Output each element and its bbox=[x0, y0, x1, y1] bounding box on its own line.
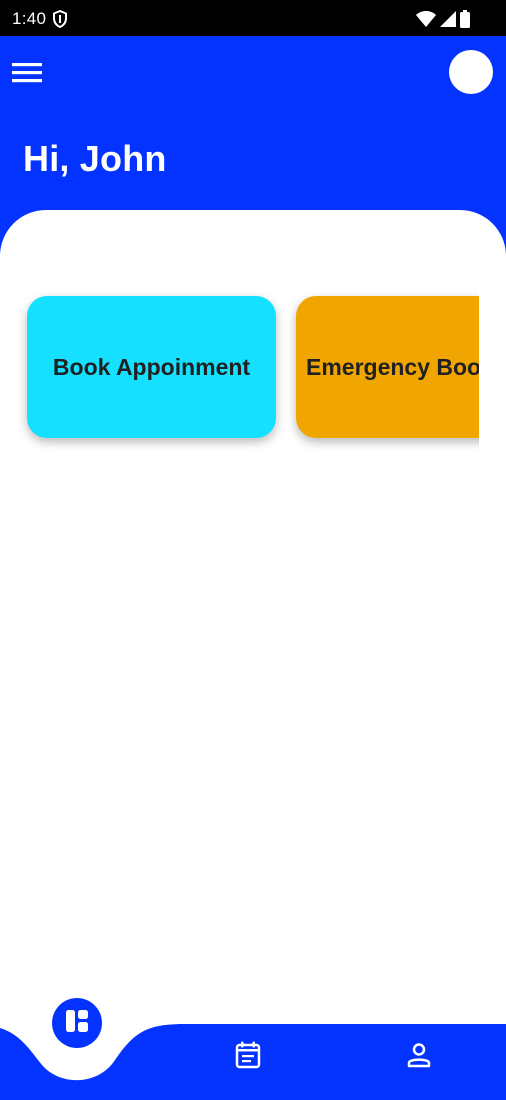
signal-icon bbox=[440, 11, 456, 32]
status-icons bbox=[416, 10, 470, 33]
dashboard-icon bbox=[65, 1009, 89, 1038]
wifi-icon bbox=[416, 11, 436, 32]
nav-profile-button[interactable] bbox=[404, 1040, 434, 1070]
emergency-booking-card[interactable]: Emergency Boo bbox=[296, 296, 479, 438]
nav-calendar-button[interactable] bbox=[233, 1040, 263, 1070]
status-time: 1:40 bbox=[12, 9, 47, 28]
shield-icon bbox=[52, 9, 68, 33]
profile-icon bbox=[404, 1043, 434, 1074]
battery-icon bbox=[460, 10, 470, 33]
status-bar: 1:40 bbox=[0, 0, 506, 36]
hamburger-menu-icon[interactable] bbox=[12, 60, 42, 86]
action-cards-carousel[interactable]: Book Appoinment Emergency Boo bbox=[0, 280, 479, 470]
book-appointment-card[interactable]: Book Appoinment bbox=[27, 296, 276, 438]
book-appointment-label: Book Appoinment bbox=[52, 353, 251, 380]
emergency-booking-label: Emergency Boo bbox=[306, 353, 479, 380]
nav-dashboard-button[interactable] bbox=[52, 998, 102, 1048]
calendar-icon bbox=[233, 1041, 263, 1074]
avatar[interactable] bbox=[449, 50, 493, 94]
greeting-title: Hi, John bbox=[23, 138, 167, 179]
